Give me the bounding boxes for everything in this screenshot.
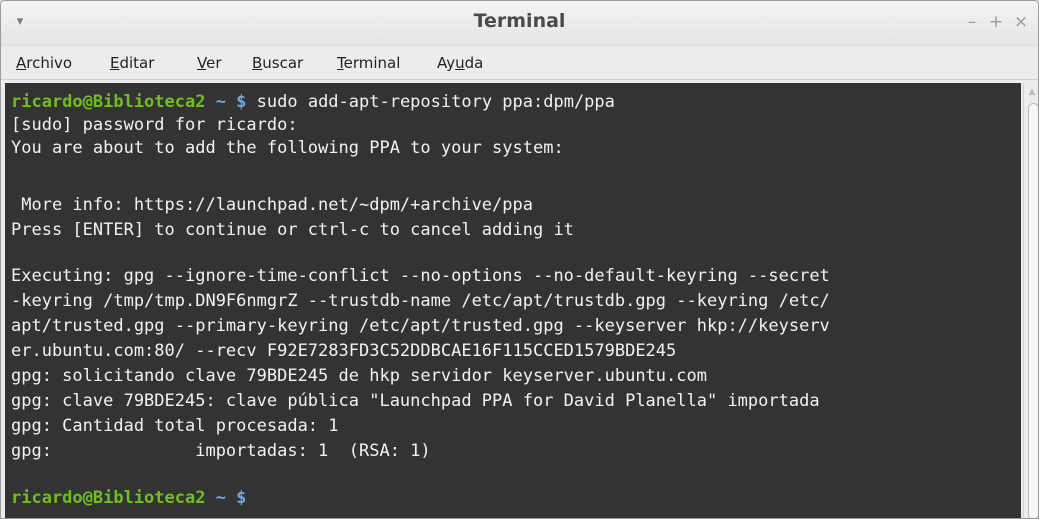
terminal-line: [sudo] password for ricardo: — [11, 115, 298, 135]
vertical-scrollbar[interactable]: ▲ — [1023, 83, 1038, 518]
menu-buscar[interactable]: Buscar — [249, 52, 306, 74]
scroll-up-icon[interactable]: ▲ — [1027, 87, 1037, 97]
window-title: Terminal — [473, 10, 566, 32]
prompt-path: ~ $ — [205, 92, 247, 112]
maximize-icon[interactable]: + — [987, 13, 1005, 31]
terminal-line: apt/trusted.gpg --primary-keyring /etc/a… — [11, 316, 830, 336]
scroll-thumb[interactable] — [1028, 103, 1038, 518]
terminal-final-prompt: ricardo@Biblioteca2 ~ $ — [11, 487, 246, 509]
terminal-line: Executing: gpg --ignore-time-conflict --… — [11, 266, 830, 286]
minimize-icon[interactable]: – — [963, 13, 981, 31]
prompt-path: ~ $ — [205, 488, 247, 508]
terminal-line: -keyring /tmp/tmp.DN9F6nmgrZ --trustdb-n… — [11, 291, 830, 311]
menu-archivo[interactable]: Archivo — [13, 52, 75, 74]
terminal-line: gpg: clave 79BDE245: clave pública "Laun… — [11, 391, 820, 411]
prompt-user: ricardo@Biblioteca2 — [11, 92, 206, 112]
terminal-line: er.ubuntu.com:80/ --recv F92E7283FD3C52D… — [11, 341, 677, 361]
title-bar[interactable]: ▾ Terminal – + × — [1, 1, 1038, 47]
menu-bar: Archivo Editar Ver Buscar Terminal Ayuda — [1, 47, 1038, 80]
command-text: sudo add-apt-repository ppa:dpm/ppa — [246, 92, 615, 112]
menu-editar[interactable]: Editar — [107, 52, 157, 74]
menu-ayuda[interactable]: Ayuda — [434, 52, 486, 74]
terminal-line: Press [ENTER] to continue or ctrl-c to c… — [11, 220, 574, 240]
terminal-output[interactable]: ricardo@Biblioteca2 ~ $ sudo add-apt-rep… — [5, 83, 1021, 518]
menu-ver[interactable]: Ver — [194, 52, 225, 74]
terminal-line: gpg: Cantidad total procesada: 1 — [11, 416, 339, 436]
terminal-line: More info: https://launchpad.net/~dpm/+a… — [11, 195, 533, 215]
terminal-window: ▾ Terminal – + × Archivo Editar Ver Busc… — [0, 0, 1039, 519]
terminal-line: You are about to add the following PPA t… — [11, 138, 564, 158]
prompt-user: ricardo@Biblioteca2 — [11, 488, 206, 508]
terminal-line: gpg: importadas: 1 (RSA: 1) — [11, 441, 431, 461]
terminal-line: gpg: solicitando clave 79BDE245 de hkp s… — [11, 366, 707, 386]
terminal-command-line: ricardo@Biblioteca2 ~ $ sudo add-apt-rep… — [11, 91, 615, 113]
menu-terminal[interactable]: Terminal — [334, 52, 403, 74]
close-icon[interactable]: × — [1012, 13, 1030, 31]
